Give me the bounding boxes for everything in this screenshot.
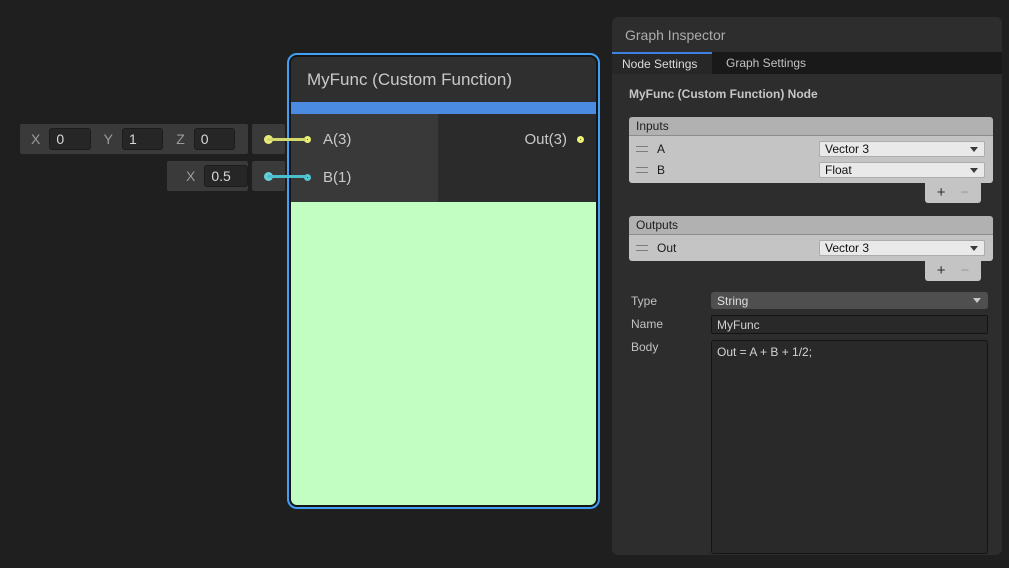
list-item[interactable]: Out Vector 3: [629, 237, 993, 258]
node-input-ports: A(3) B(1): [291, 114, 438, 202]
y-value-field[interactable]: 1: [122, 128, 163, 150]
drag-handle-icon[interactable]: [636, 167, 648, 173]
node-ports: A(3) B(1) Out(3): [291, 114, 596, 202]
inspector-tab-strip: Node Settings Graph Settings: [612, 52, 1002, 74]
port-b-label: B(1): [323, 169, 351, 186]
node-preview: [291, 202, 596, 505]
input-b-name: B: [657, 163, 819, 177]
output-out-name: Out: [657, 241, 819, 255]
inputs-list-header: Inputs: [629, 117, 993, 136]
chevron-down-icon: [973, 298, 981, 303]
drag-handle-icon[interactable]: [636, 245, 648, 251]
x-axis-label: X: [31, 131, 40, 147]
node-accent-bar: [291, 102, 596, 114]
outputs-list-footer: + −: [925, 261, 981, 281]
node-output-ports: Out(3): [438, 114, 596, 202]
inputs-list-title: Inputs: [636, 119, 669, 133]
chevron-down-icon: [970, 147, 978, 152]
float-value-widget: X 0.5: [167, 161, 248, 191]
name-label: Name: [631, 317, 663, 331]
inspector-title-bar[interactable]: Graph Inspector: [612, 17, 1002, 52]
input-b-type-value: Float: [825, 163, 852, 177]
input-a-name: A: [657, 142, 819, 156]
port-a-label: A(3): [323, 131, 351, 148]
outputs-list-title: Outputs: [636, 218, 678, 232]
custom-function-node[interactable]: MyFunc (Custom Function) A(3) B(1): [287, 53, 600, 509]
wire-float-to-b[interactable]: [267, 175, 306, 178]
outputs-list-body: Out Vector 3: [629, 235, 993, 261]
float-value-field[interactable]: 0.5: [204, 165, 248, 187]
outputs-list: Outputs Out Vector 3: [629, 216, 993, 261]
z-value-field[interactable]: 0: [194, 128, 235, 150]
tab-graph-settings-label: Graph Settings: [726, 56, 806, 70]
list-item[interactable]: B Float: [629, 159, 993, 180]
input-a-type-dropdown[interactable]: Vector 3: [819, 141, 985, 157]
input-a-type-value: Vector 3: [825, 142, 869, 156]
inputs-list-footer: + −: [925, 183, 981, 203]
chevron-down-icon: [970, 246, 978, 251]
y-axis-label: Y: [104, 131, 113, 147]
port-out-icon[interactable]: [577, 136, 584, 143]
port-out-label: Out(3): [524, 131, 567, 148]
inputs-list-body: A Vector 3 B Float: [629, 136, 993, 183]
type-dropdown[interactable]: String: [711, 292, 988, 309]
name-field[interactable]: MyFunc: [711, 315, 988, 334]
add-output-button[interactable]: +: [937, 261, 946, 281]
body-label: Body: [631, 340, 658, 354]
type-label: Type: [631, 294, 657, 308]
port-row-a: A(3): [291, 120, 438, 158]
node-title-bar[interactable]: MyFunc (Custom Function): [291, 57, 596, 102]
node-title: MyFunc (Custom Function): [307, 70, 512, 90]
graph-inspector-panel: Graph Inspector Node Settings Graph Sett…: [612, 17, 1002, 555]
tab-graph-settings[interactable]: Graph Settings: [712, 52, 820, 74]
tab-node-settings[interactable]: Node Settings: [612, 52, 712, 74]
port-row-b: B(1): [291, 158, 438, 196]
output-out-type-value: Vector 3: [825, 241, 869, 255]
inspector-title: Graph Inspector: [625, 27, 725, 43]
chevron-down-icon: [970, 168, 978, 173]
remove-output-button[interactable]: −: [961, 261, 970, 281]
inputs-list: Inputs A Vector 3 B Float: [629, 117, 993, 183]
remove-input-button[interactable]: −: [961, 183, 970, 203]
z-axis-label: Z: [176, 131, 185, 147]
list-item[interactable]: A Vector 3: [629, 138, 993, 159]
wire-vector3-to-a[interactable]: [267, 138, 306, 141]
tab-node-settings-label: Node Settings: [622, 57, 697, 71]
outputs-list-header: Outputs: [629, 216, 993, 235]
vector3-value-widget: X 0 Y 1 Z 0: [20, 124, 248, 154]
float-x-label: X: [186, 168, 195, 184]
add-input-button[interactable]: +: [937, 183, 946, 203]
x-value-field[interactable]: 0: [49, 128, 90, 150]
port-row-out: Out(3): [438, 120, 596, 158]
drag-handle-icon[interactable]: [636, 146, 648, 152]
inspector-heading: MyFunc (Custom Function) Node: [629, 87, 1002, 101]
input-b-type-dropdown[interactable]: Float: [819, 162, 985, 178]
body-field[interactable]: Out = A + B + 1/2;: [711, 340, 988, 554]
output-out-type-dropdown[interactable]: Vector 3: [819, 240, 985, 256]
type-dropdown-value: String: [717, 294, 748, 308]
node-content: MyFunc (Custom Function) A(3) B(1): [291, 57, 596, 505]
